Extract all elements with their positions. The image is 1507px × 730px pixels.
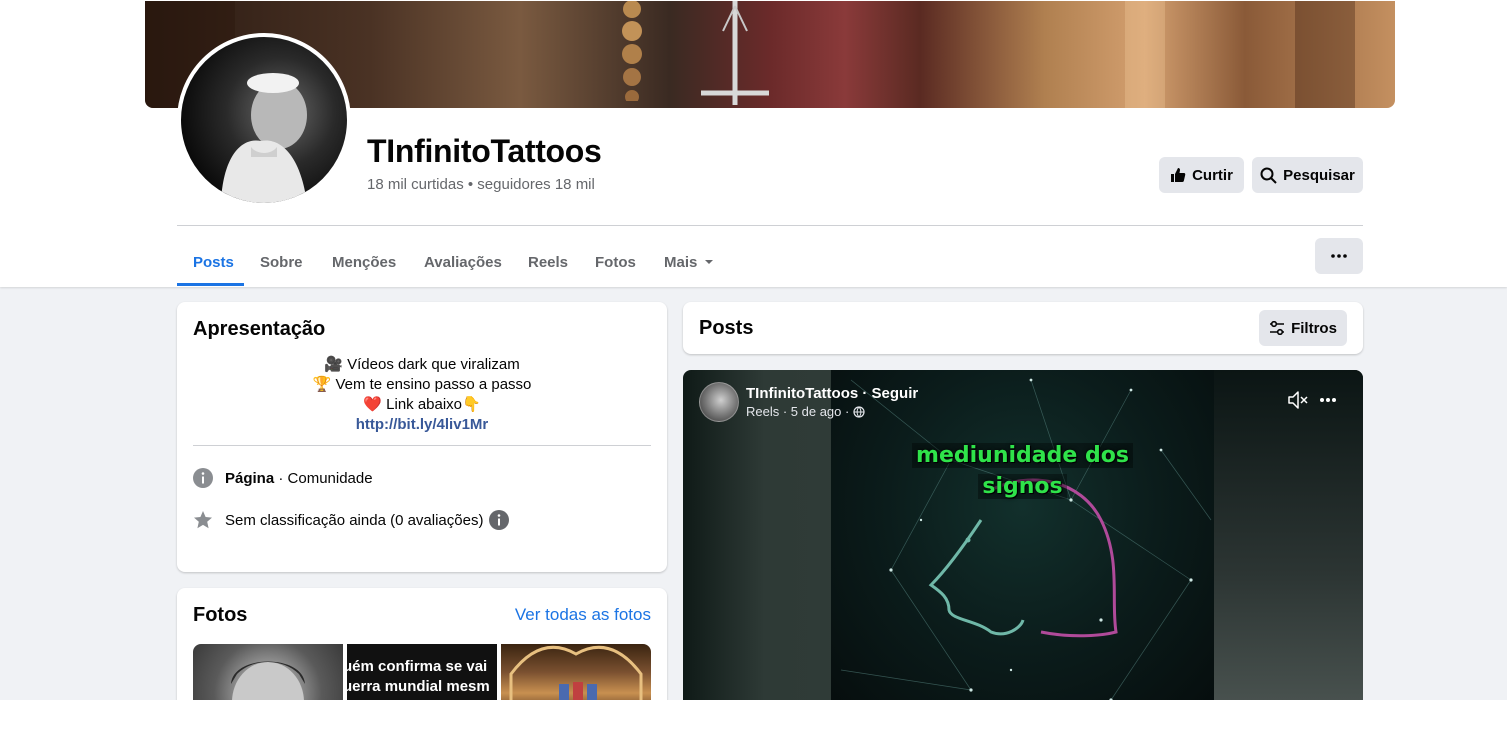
heart-icon: ❤️ [363, 396, 382, 413]
search-button-label: Pesquisar [1283, 166, 1355, 184]
see-all-photos-link[interactable]: Ver todas as fotos [515, 605, 651, 625]
reel-caption: mediunidade dos signos [831, 440, 1214, 502]
globe-icon [853, 405, 865, 418]
tab-mencoes[interactable]: Menções [316, 238, 412, 286]
tab-mais[interactable]: Mais [648, 238, 730, 286]
info-icon [193, 468, 213, 488]
filters-button[interactable]: Filtros [1259, 310, 1347, 346]
photo-thumbnail[interactable]: uém confirma se vai uerra mundial mesm [347, 644, 497, 700]
caret-down-icon [705, 260, 714, 264]
bio-line: 🏆 Vem te ensino passo a passo [312, 376, 532, 393]
bio-line: ❤️ Link abaixo👇 [363, 396, 481, 413]
reel-author-avatar[interactable] [699, 382, 739, 422]
filters-label: Filtros [1291, 319, 1337, 337]
page-title: TInfinitoTattoos [367, 133, 602, 169]
more-options-button[interactable] [1315, 238, 1363, 274]
filter-sliders-icon [1270, 321, 1285, 335]
intro-title: Apresentação [193, 318, 326, 340]
mute-icon[interactable] [1287, 390, 1309, 410]
tab-reels[interactable]: Reels [512, 238, 584, 286]
reel-meta: Reels · 5 de ago · [746, 404, 865, 419]
crucifix-graphic [701, 1, 769, 105]
category-row: Página · Comunidade [193, 468, 373, 488]
post-menu-icon[interactable] [1319, 390, 1337, 410]
facebook-page: TInfinitoTattoos 18 mil curtidas • segui… [0, 0, 1507, 700]
ellipsis-icon [1331, 254, 1347, 258]
star-icon [193, 510, 213, 530]
tab-posts[interactable]: Posts [177, 238, 250, 286]
like-button-label: Curtir [1192, 166, 1233, 184]
photo-thumbnail[interactable] [193, 644, 343, 700]
intro-divider [193, 445, 651, 446]
like-button[interactable]: Curtir [1159, 157, 1244, 193]
category-text: Página · Comunidade [225, 469, 373, 487]
rating-info-icon[interactable] [489, 510, 510, 530]
posts-header-card: Posts Filtros [683, 302, 1363, 354]
trophy-icon: 🏆 [312, 376, 332, 393]
bio-line: 🎥 Vídeos dark que viralizam [324, 356, 520, 373]
reel-post[interactable]: mediunidade dos signos TInfinitoTattoos … [683, 370, 1363, 700]
active-tab-indicator [177, 283, 244, 286]
search-icon [1260, 167, 1277, 184]
tab-fotos[interactable]: Fotos [579, 238, 652, 286]
photo-thumbnail[interactable] [501, 644, 651, 700]
posts-title: Posts [699, 317, 754, 339]
reel-video[interactable]: mediunidade dos signos [831, 370, 1214, 700]
tab-mais-label: Mais [664, 253, 698, 271]
rating-text: Sem classificação ainda (0 avaliações) [225, 511, 484, 529]
video-camera-icon: 🎥 [324, 356, 343, 373]
rating-row: Sem classificação ainda (0 avaliações) [193, 510, 510, 530]
photos-card: Fotos Ver todas as fotos uém confirma se… [177, 588, 667, 700]
profile-avatar[interactable] [177, 33, 351, 207]
reel-author-name[interactable]: TInfinitoTattoos · Seguir [746, 385, 918, 402]
intro-card: Apresentação 🎥 Vídeos dark que viralizam… [177, 302, 667, 572]
bio-link[interactable]: http://bit.ly/4liv1Mr [177, 416, 667, 433]
header-divider [177, 225, 1363, 226]
search-button[interactable]: Pesquisar [1252, 157, 1363, 193]
photos-title: Fotos [193, 604, 248, 626]
thumbs-up-icon [1171, 168, 1186, 182]
constellation-graphic [840, 378, 1212, 700]
tab-avaliacoes[interactable]: Avaliações [408, 238, 518, 286]
rosary-beads-graphic [622, 1, 642, 101]
page-stats: 18 mil curtidas • seguidores 18 mil [367, 176, 595, 193]
tab-sobre[interactable]: Sobre [244, 238, 319, 286]
